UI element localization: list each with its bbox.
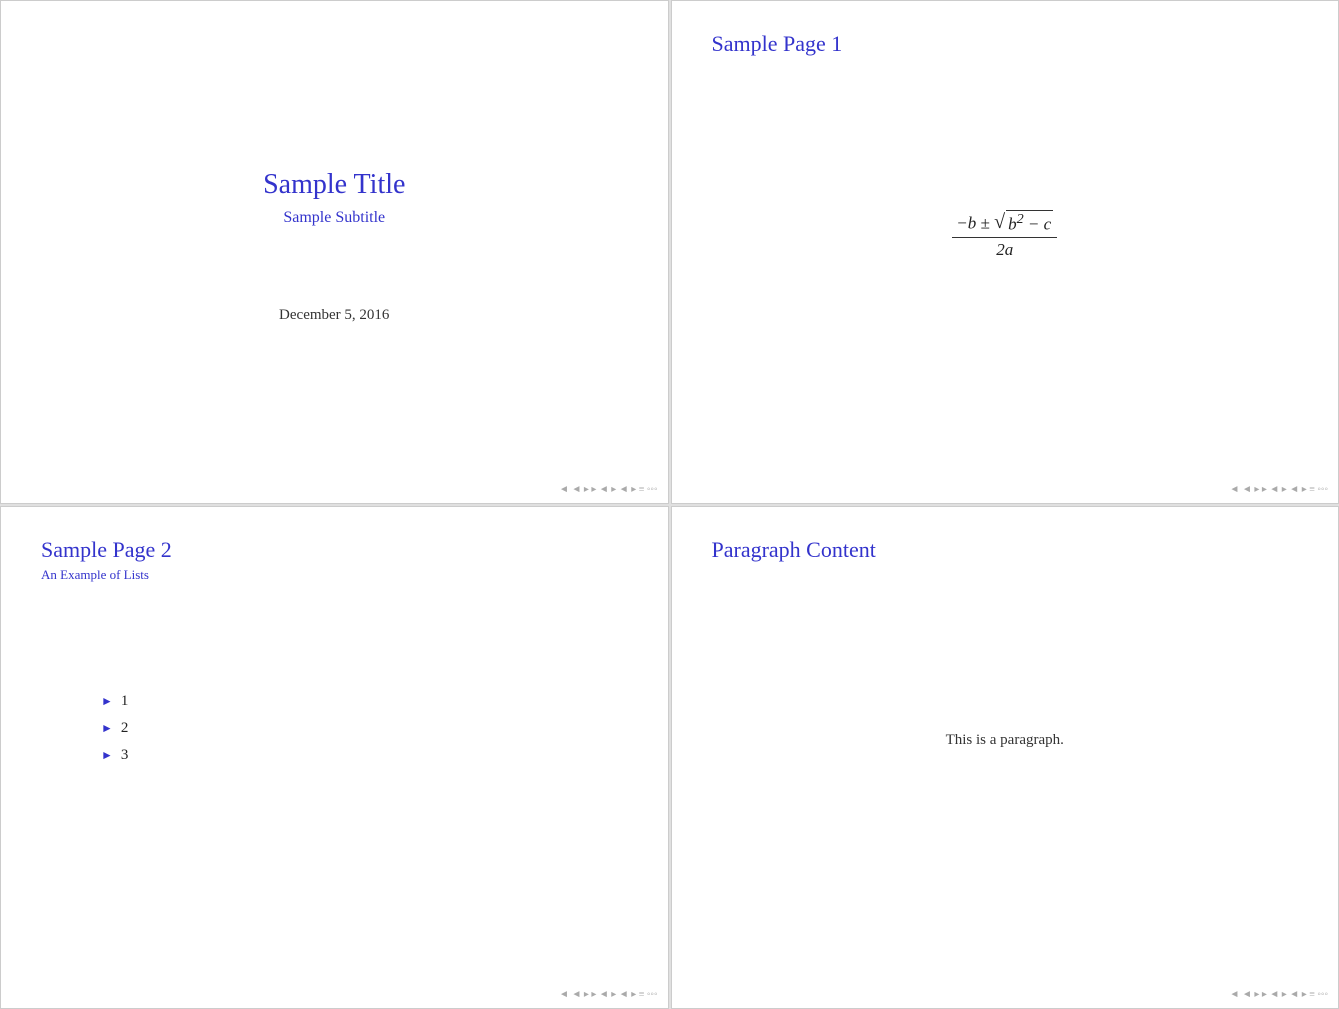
list-container: ► 1 ► 2 ► 3 (101, 693, 628, 774)
nav-bar-4: ◄ ◄ ▸ ▸ ◄ ▸ ◄ ▸ ≡ ◦◦◦ (682, 989, 1329, 1000)
nav-symbols-1[interactable]: ◄ ◄ ▸ ▸ ◄ ▸ ◄ ▸ ≡ ◦◦◦ (559, 484, 657, 495)
list-item: ► 3 (101, 747, 628, 764)
main-subtitle: Sample Subtitle (283, 209, 385, 227)
nav-bar-1: ◄ ◄ ▸ ▸ ◄ ▸ ◄ ▸ ≡ ◦◦◦ (11, 484, 658, 495)
slide-date: December 5, 2016 (279, 307, 389, 324)
slide-3: Sample Page 2 An Example of Lists ► 1 ► … (0, 506, 669, 1009)
bullet-1: ► (101, 694, 113, 709)
list-item-3-text: 3 (121, 747, 129, 764)
nav-bar-2: ◄ ◄ ▸ ▸ ◄ ▸ ◄ ▸ ≡ ◦◦◦ (682, 484, 1329, 495)
page-4-title: Paragraph Content (712, 537, 1299, 563)
formula-numerator: −b ± √b2 − c (952, 210, 1057, 238)
bullet-3: ► (101, 748, 113, 763)
paragraph-container: This is a paragraph. (712, 573, 1299, 969)
slide-2: Sample Page 1 −b ± √b2 − c 2a ◄ ◄ ▸ ▸ ◄ … (671, 0, 1339, 504)
main-title: Sample Title (263, 169, 405, 201)
nav-symbols-2[interactable]: ◄ ◄ ▸ ▸ ◄ ▸ ◄ ▸ ≡ ◦◦◦ (1230, 484, 1328, 495)
page-2-title: Sample Page 2 (41, 537, 628, 563)
slide-4: Paragraph Content This is a paragraph. ◄… (671, 506, 1339, 1009)
page-1-title: Sample Page 1 (712, 31, 1299, 57)
bullet-2: ► (101, 721, 113, 736)
list-item-1-text: 1 (121, 693, 129, 710)
nav-symbols-4[interactable]: ◄ ◄ ▸ ▸ ◄ ▸ ◄ ▸ ≡ ◦◦◦ (1230, 989, 1328, 1000)
slide-1: Sample Title Sample Subtitle December 5,… (0, 0, 669, 504)
list-item: ► 2 (101, 720, 628, 737)
sqrt-symbol: √ (994, 212, 1005, 232)
list-item: ► 1 (101, 693, 628, 710)
nav-symbols-3[interactable]: ◄ ◄ ▸ ▸ ◄ ▸ ◄ ▸ ≡ ◦◦◦ (559, 989, 657, 1000)
formula-denominator: 2a (992, 238, 1017, 260)
paragraph-text: This is a paragraph. (946, 732, 1064, 749)
sqrt-wrapper: √b2 − c (994, 210, 1053, 235)
formula-container: −b ± √b2 − c 2a (712, 67, 1299, 463)
quadratic-formula: −b ± √b2 − c 2a (952, 210, 1057, 260)
page-2-subtitle: An Example of Lists (41, 567, 628, 583)
list-item-2-text: 2 (121, 720, 129, 737)
sqrt-content: b2 − c (1006, 210, 1053, 235)
nav-bar-3: ◄ ◄ ▸ ▸ ◄ ▸ ◄ ▸ ≡ ◦◦◦ (11, 989, 658, 1000)
